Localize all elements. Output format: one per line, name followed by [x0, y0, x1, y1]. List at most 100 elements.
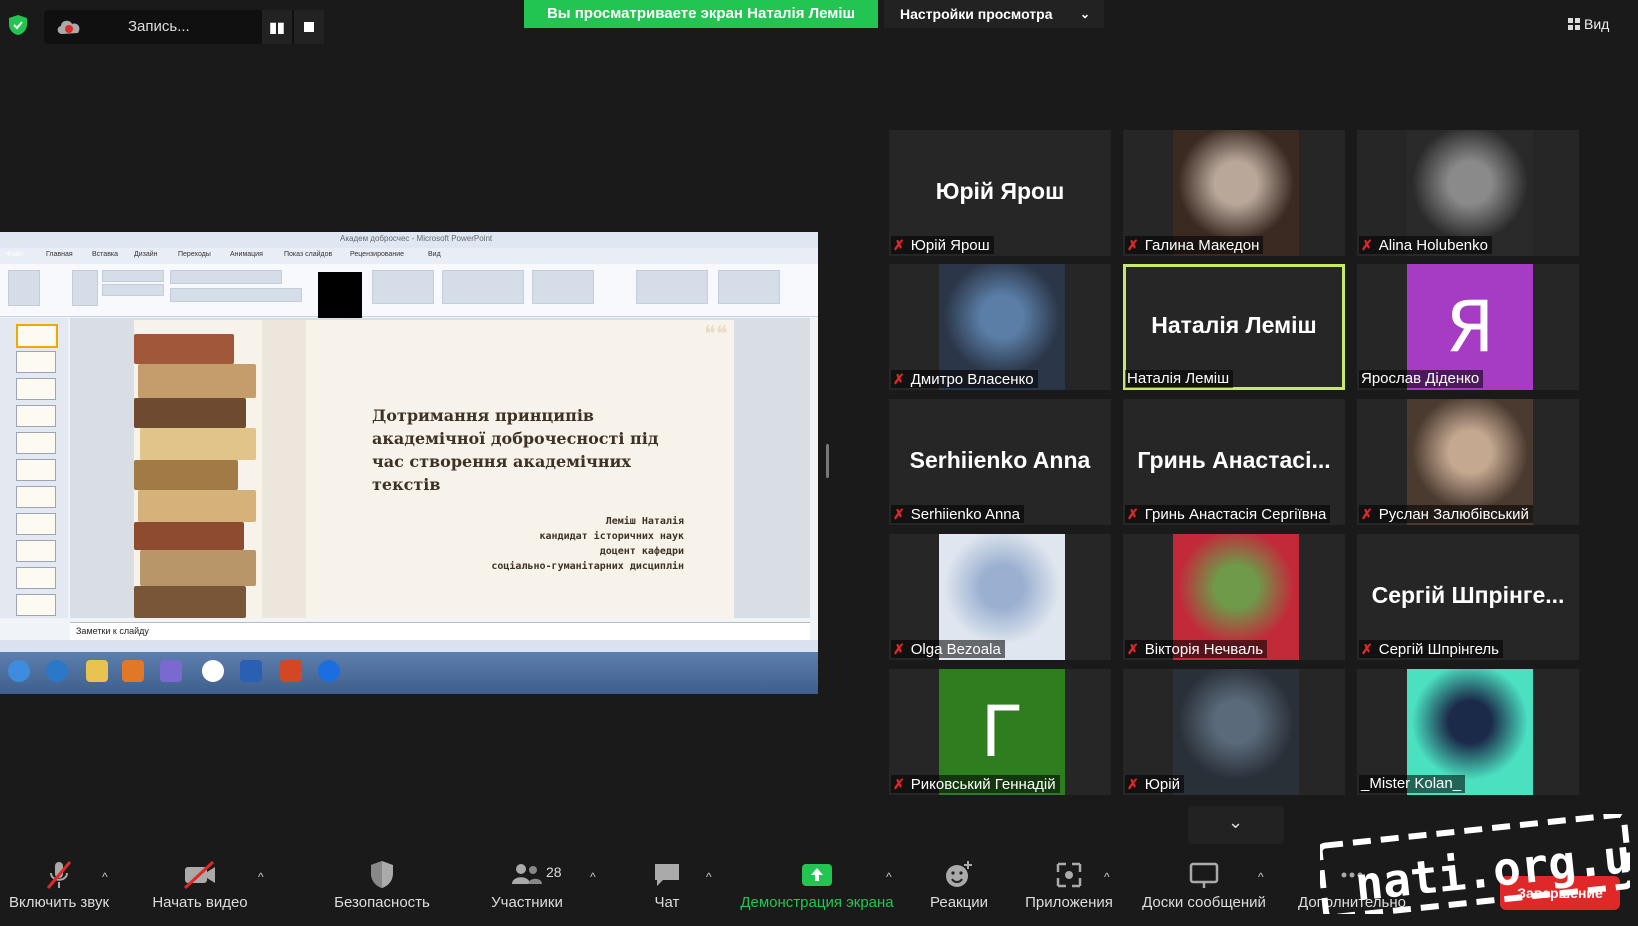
participants-label: Участники	[491, 894, 563, 911]
splitter-handle[interactable]	[826, 444, 829, 478]
ribbon-tab: Анимация	[230, 251, 263, 258]
participant-tile[interactable]: ✗ Руслан Залюбівський	[1357, 399, 1579, 525]
chrome-icon	[202, 660, 224, 682]
apps-icon	[1056, 862, 1082, 888]
video-options-caret[interactable]: ^	[258, 870, 264, 884]
participant-tile[interactable]: Гринь Анастасі... ✗ Гринь Анастасія Сергії…	[1123, 399, 1345, 525]
ppt-ribbon	[0, 264, 818, 317]
participant-tile[interactable]: Наталія Леміш Наталія Леміш	[1123, 264, 1345, 390]
participants-options-caret[interactable]: ^	[590, 870, 596, 884]
participant-name: Руслан Залюбівський	[1378, 506, 1529, 523]
shared-screen[interactable]: Академ добросчес - Microsoft PowerPoint …	[0, 232, 818, 694]
participant-name-label: ✗ Дмитро Власенко	[891, 370, 1038, 388]
share-screen-label: Демонстрация экрана	[740, 894, 894, 911]
ribbon-tab: Дизайн	[134, 251, 158, 258]
participant-name: Alina Holubenko	[1378, 237, 1488, 254]
security-shield-icon[interactable]	[8, 14, 28, 36]
slide-thumbnail[interactable]	[16, 540, 56, 562]
share-options-caret[interactable]: ^	[886, 870, 892, 884]
audio-options-caret[interactable]: ^	[102, 870, 108, 884]
participant-name-label: ✗ Руслан Залюбівський	[1359, 505, 1533, 523]
slide-notes[interactable]: Заметки к слайду	[70, 622, 810, 641]
viewing-screen-banner: Вы просматриваете экран Наталія Леміш	[524, 0, 878, 28]
participant-tile[interactable]: ✗ Юрій	[1123, 669, 1345, 795]
participant-name-label: ✗ Риковський Геннадій	[891, 775, 1060, 793]
start-video-button[interactable]: Начать видео	[142, 858, 258, 911]
apps-button[interactable]: Приложения	[1018, 858, 1120, 911]
participant-tile[interactable]: _Mister Kolan_	[1357, 669, 1579, 795]
ppt-status-bar	[0, 640, 818, 652]
chat-options-caret[interactable]: ^	[706, 870, 712, 884]
cloud-record-icon	[57, 20, 80, 34]
security-button[interactable]: Безопасность	[324, 858, 440, 911]
author-line: соціально-гуманітарних дисциплін	[491, 561, 684, 572]
mic-muted-icon: ✗	[1361, 506, 1373, 522]
whiteboards-button[interactable]: Доски сообщений	[1134, 858, 1274, 911]
apps-options-caret[interactable]: ^	[1104, 870, 1110, 884]
participants-count: 28	[546, 864, 562, 880]
stop-recording-button[interactable]	[294, 10, 324, 44]
participants-button[interactable]: 28 Участники	[478, 858, 576, 911]
slide-thumbnail[interactable]	[16, 405, 56, 427]
recording-bar: Запись... ▮▮	[44, 10, 324, 44]
whiteboard-icon	[1189, 862, 1219, 888]
participant-tile[interactable]: ✗ Alina Holubenko	[1357, 130, 1579, 256]
participant-tile[interactable]: Serhiienko Anna ✗ Serhiienko Anna	[889, 399, 1111, 525]
participant-display-name: Юрій Ярош	[935, 178, 1065, 204]
slide-thumbnail[interactable]	[16, 351, 56, 373]
participant-tile[interactable]: ✗ Дмитро Власенко	[889, 264, 1111, 390]
whiteboards-options-caret[interactable]: ^	[1258, 870, 1264, 884]
chevron-down-icon: ⌄	[1079, 7, 1090, 21]
participant-tile[interactable]: Г ✗ Риковський Геннадій	[889, 669, 1111, 795]
unmute-button[interactable]: Включить звук	[6, 858, 112, 911]
participant-name: Ярослав Діденко	[1361, 370, 1480, 387]
security-label: Безопасность	[334, 894, 430, 911]
recording-label: Запись...	[128, 18, 190, 35]
slide-thumbnail[interactable]	[16, 513, 56, 535]
view-settings-dropdown[interactable]: Настройки просмотра ⌄	[884, 0, 1104, 28]
participant-name-label: _Mister Kolan_	[1359, 775, 1466, 793]
mic-muted-icon: ✗	[1361, 237, 1373, 253]
participant-tile[interactable]: ✗ Olga Bezoala	[889, 534, 1111, 660]
redacted-block	[318, 272, 362, 324]
chat-button[interactable]: Чат	[634, 858, 700, 911]
share-screen-button[interactable]: Демонстрация экрана	[734, 858, 900, 911]
slide: ❝❝ Дотримання принципів академічної добр…	[134, 320, 734, 618]
slide-thumbnail[interactable]	[16, 567, 56, 589]
slide-author: Леміш Наталія кандидат історичних наук д…	[384, 514, 684, 574]
chevron-down-icon: ⌄	[1228, 812, 1244, 832]
next-page-button[interactable]: ⌄	[1188, 806, 1284, 844]
participant-name: Serhiienko Anna	[910, 506, 1020, 523]
mic-muted-icon: ✗	[893, 641, 905, 657]
participant-tile[interactable]: Юрій Ярош ✗ Юрій Ярош	[889, 130, 1111, 256]
reactions-button[interactable]: Реакции	[918, 858, 1000, 911]
participant-tile[interactable]: ✗ Вікторія Нечваль	[1123, 534, 1345, 660]
participant-name: Гринь Анастасія Сергіївна	[1144, 506, 1327, 523]
mic-muted-icon: ✗	[893, 506, 905, 522]
pause-recording-button[interactable]: ▮▮	[262, 10, 292, 44]
participant-name-label: ✗ Галина Македон	[1125, 236, 1264, 254]
author-line: Леміш Наталія	[605, 516, 684, 527]
participant-display-name: Гринь Анастасі...	[1137, 447, 1331, 473]
video-off-icon	[183, 860, 215, 890]
app-icon	[160, 660, 182, 682]
participant-name-label: ✗ Сергій Шпрінгель	[1359, 640, 1503, 658]
participant-display-name: Serhiienko Anna	[909, 447, 1091, 473]
participant-name-label: ✗ Юрій Ярош	[891, 236, 994, 254]
apps-label: Приложения	[1025, 894, 1113, 911]
participant-tile[interactable]: Сергій Шпрінге... ✗ Сергій Шпрінгель	[1357, 534, 1579, 660]
start-icon	[8, 660, 30, 682]
slide-thumbnail[interactable]	[16, 324, 58, 348]
slide-thumbnails[interactable]	[0, 318, 68, 618]
slide-thumbnail[interactable]	[16, 378, 56, 400]
slide-thumbnail[interactable]	[16, 459, 56, 481]
watermark-logo: nati.org.ua	[1320, 814, 1630, 914]
participant-tile[interactable]: ✗ Галина Македон	[1123, 130, 1345, 256]
participant-tile[interactable]: Я Ярослав Діденко	[1357, 264, 1579, 390]
slide-thumbnail[interactable]	[16, 594, 56, 616]
slide-thumbnail[interactable]	[16, 432, 56, 454]
slide-thumbnail[interactable]	[16, 486, 56, 508]
slide-title: Дотримання принципів академічної доброче…	[372, 406, 659, 494]
participant-name-label: Ярослав Діденко	[1359, 370, 1484, 388]
view-layout-button[interactable]: Вид	[1568, 16, 1609, 32]
